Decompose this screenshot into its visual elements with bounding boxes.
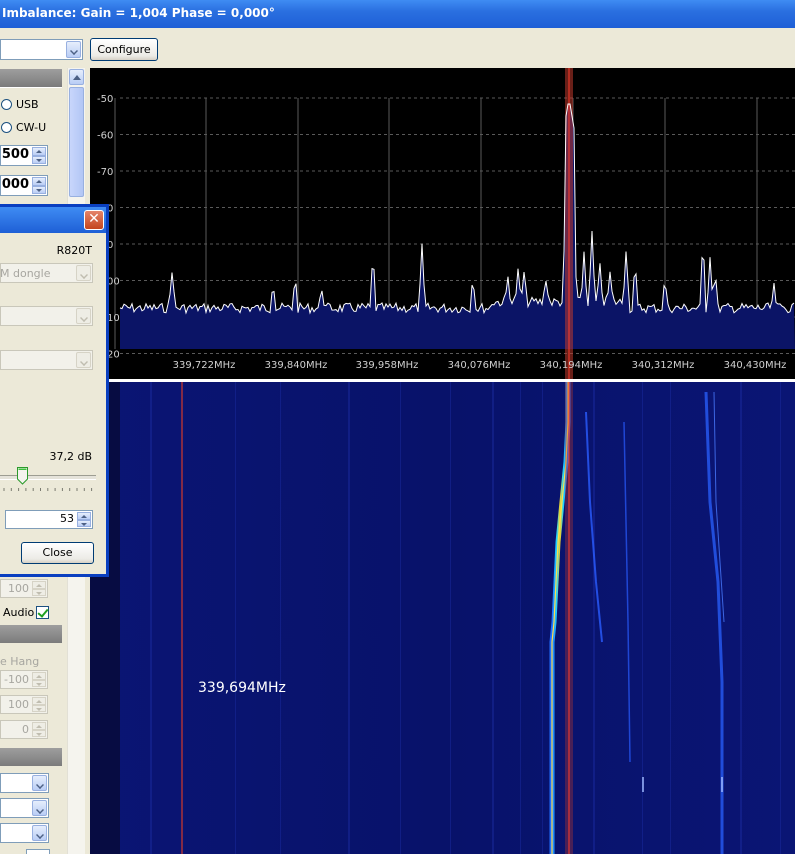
waterfall-streak xyxy=(520,382,521,854)
close-button[interactable]: Close xyxy=(21,542,94,564)
x-tick-label: 340,312MHz xyxy=(632,360,695,371)
partial-control[interactable] xyxy=(26,849,50,854)
close-icon[interactable]: ✕ xyxy=(84,210,104,230)
window-title-bar[interactable]: Imbalance: Gain = 1,004 Phase = 0,000° xyxy=(0,0,795,28)
display-select-3[interactable] xyxy=(0,823,49,843)
shift-value: 000 xyxy=(1,177,29,192)
waterfall-streak xyxy=(348,382,350,854)
section-header-display[interactable] xyxy=(0,748,62,766)
agc-slope-value: 0 xyxy=(22,723,29,736)
waterfall-streak xyxy=(280,382,281,854)
x-tick-label: 340,194MHz xyxy=(540,360,603,371)
radio-cwu-label: CW-U xyxy=(16,121,47,134)
agc-decay-input[interactable]: 100 xyxy=(0,695,48,714)
agc-slope-input[interactable]: 0 xyxy=(0,720,48,739)
source-select[interactable] xyxy=(0,39,83,60)
y-tick-label: -60 xyxy=(97,131,113,142)
y-tick-label: -70 xyxy=(97,167,113,178)
spectrum-plot: -50-60-70-80-90-100-110-120 339,722MHz33… xyxy=(97,68,795,379)
chevron-down-icon[interactable] xyxy=(76,265,91,281)
waterfall-display[interactable]: 339,694MHz xyxy=(90,382,795,854)
agc-threshold-input[interactable]: -100 xyxy=(0,670,48,689)
audio-label: Audio xyxy=(3,606,35,619)
radio-cwu[interactable] xyxy=(1,122,12,133)
x-tick-label: 340,430MHz xyxy=(724,360,787,371)
chevron-down-icon[interactable] xyxy=(32,775,47,791)
cursor-frequency-label: 339,694MHz xyxy=(198,680,286,696)
scroll-thumb[interactable] xyxy=(69,87,84,197)
display-select-1[interactable] xyxy=(0,773,49,793)
waterfall-streak xyxy=(780,382,781,854)
dialog-title-bar[interactable]: ✕ xyxy=(0,207,106,233)
agc-decay-value: 100 xyxy=(8,698,29,711)
gain-slider-ticks xyxy=(3,488,93,491)
waterfall-streak xyxy=(670,382,671,854)
waterfall-streak xyxy=(593,382,595,854)
x-tick-label: 339,722MHz xyxy=(173,360,236,371)
chevron-down-icon[interactable] xyxy=(76,308,91,324)
disabled-numeric-1-value: 100 xyxy=(8,582,29,595)
gain-value-label: 37,2 dB xyxy=(49,450,92,463)
chevron-down-icon[interactable] xyxy=(32,825,47,841)
gain-slider-thumb[interactable] xyxy=(17,467,29,485)
x-tick-label: 339,958MHz xyxy=(356,360,419,371)
agc-threshold-value: -100 xyxy=(4,673,29,686)
display-select-2[interactable] xyxy=(0,798,49,818)
filter-bandwidth-input[interactable]: 500 xyxy=(0,145,48,166)
y-tick-label: -50 xyxy=(97,94,113,105)
shift-spinner[interactable] xyxy=(32,177,46,194)
ppm-correction-value: 53 xyxy=(60,512,74,525)
waterfall-streak xyxy=(542,382,543,854)
radio-usb-label: USB xyxy=(16,98,39,111)
chevron-down-icon[interactable] xyxy=(32,800,47,816)
tuner-label: R820T xyxy=(56,244,92,257)
sampling-mode-select[interactable] xyxy=(0,350,93,370)
section-header-radio[interactable] xyxy=(0,69,62,87)
filter-bandwidth-value: 500 xyxy=(1,147,29,162)
waterfall-streak xyxy=(450,382,451,854)
scroll-up-icon[interactable] xyxy=(69,69,84,85)
waterfall-streak xyxy=(150,382,152,854)
sample-rate-select[interactable] xyxy=(0,306,93,326)
spectrum-analyzer[interactable]: -50-60-70-80-90-100-110-120 339,722MHz33… xyxy=(90,68,795,379)
configure-button[interactable]: Configure xyxy=(90,38,158,61)
waterfall-streak xyxy=(492,382,494,854)
toolbar: Configure xyxy=(0,28,795,68)
x-tick-label: 340,076MHz xyxy=(448,360,511,371)
filter-bandwidth-spinner[interactable] xyxy=(32,147,46,164)
ppm-correction-input[interactable]: 53 xyxy=(5,510,93,529)
waterfall-streak xyxy=(235,382,236,854)
radio-usb[interactable] xyxy=(1,99,12,110)
gain-slider-track[interactable] xyxy=(0,475,96,480)
waterfall-streak xyxy=(400,382,401,854)
disabled-numeric-1[interactable]: 100 xyxy=(0,579,48,598)
chevron-down-icon[interactable] xyxy=(66,41,81,58)
device-select-value: M dongle xyxy=(0,267,51,280)
window-title: Imbalance: Gain = 1,004 Phase = 0,000° xyxy=(2,6,275,20)
audio-checkbox[interactable] xyxy=(36,606,49,619)
shift-input[interactable]: 000 xyxy=(0,175,48,196)
waterfall-plot xyxy=(90,382,795,854)
device-settings-dialog: ✕ R820T M dongle 37,2 dB 53 Close xyxy=(0,204,109,577)
ppm-correction-spinner[interactable] xyxy=(77,512,91,527)
waterfall-streak xyxy=(740,382,742,854)
chevron-down-icon[interactable] xyxy=(76,352,91,368)
hang-label: e Hang xyxy=(0,655,40,668)
device-select[interactable]: M dongle xyxy=(0,263,93,283)
section-header-agc[interactable] xyxy=(0,625,62,643)
x-tick-label: 339,840MHz xyxy=(265,360,328,371)
